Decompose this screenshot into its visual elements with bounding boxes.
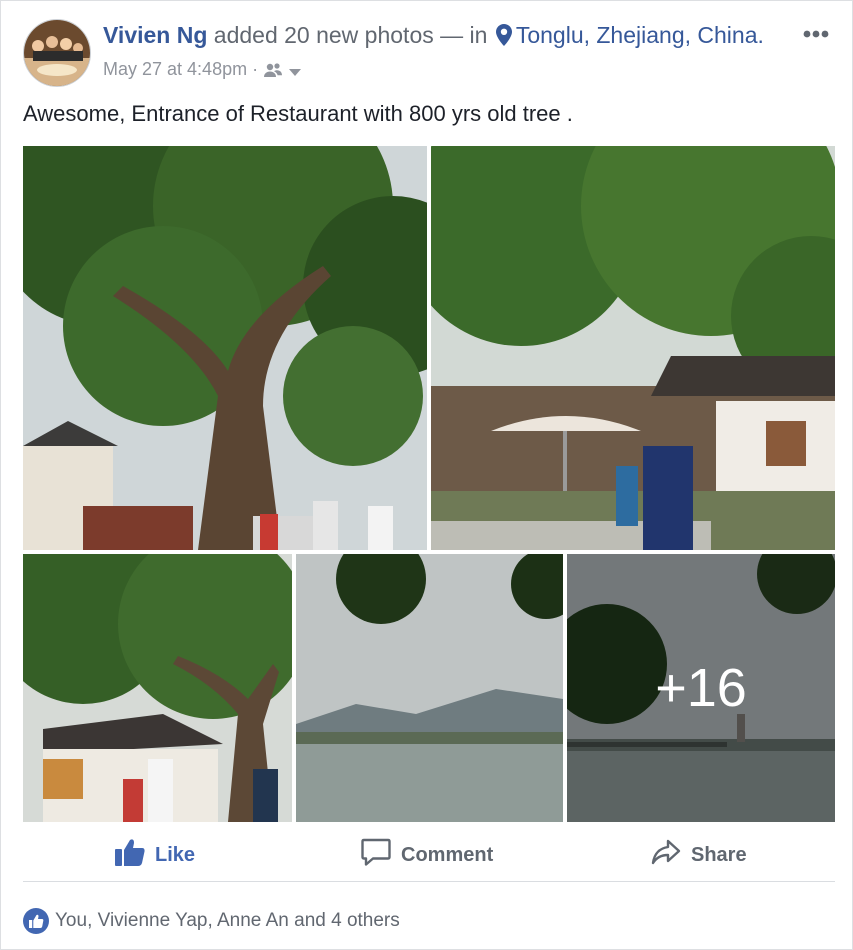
post-card: Vivien Ng added 20 new photos — in Tongl… xyxy=(0,0,853,950)
post-header: Vivien Ng added 20 new photos — in Tongl… xyxy=(23,19,832,87)
more-photos-count[interactable]: +16 xyxy=(567,554,835,822)
comment-label: Comment xyxy=(401,843,494,866)
meta-separator: · xyxy=(252,59,259,79)
post-text: Awesome, Entrance of Restaurant with 800… xyxy=(23,101,573,126)
location-link[interactable]: Tonglu, Zhejiang, China. xyxy=(516,22,764,48)
post-actions-bar: Like Comment Share xyxy=(23,829,835,882)
reactions-text: You, Vivienne Yap, Anne An and 4 others xyxy=(55,910,400,931)
photo-2[interactable] xyxy=(431,146,835,550)
photo-3[interactable] xyxy=(23,554,292,822)
audience-dropdown-icon[interactable] xyxy=(288,59,302,79)
share-button[interactable]: Share xyxy=(651,839,747,871)
author-name[interactable]: Vivien Ng xyxy=(103,22,207,48)
friends-icon[interactable] xyxy=(263,59,288,79)
thumbs-up-icon xyxy=(115,838,145,872)
photo-5-more[interactable]: +16 xyxy=(567,554,835,822)
photo-4[interactable] xyxy=(296,554,563,822)
photo-1[interactable] xyxy=(23,146,427,550)
share-label: Share xyxy=(691,843,747,866)
author-avatar[interactable] xyxy=(23,19,91,87)
comment-icon xyxy=(361,838,391,872)
post-action-text: added 20 new photos — in xyxy=(213,22,488,48)
post-timestamp[interactable]: May 27 at 4:48pm xyxy=(103,59,247,79)
comment-button[interactable]: Comment xyxy=(361,838,494,872)
like-label: Like xyxy=(155,843,196,866)
like-button[interactable]: Like xyxy=(115,839,195,871)
share-icon xyxy=(651,838,681,872)
post-headline: Vivien Ng added 20 new photos — in Tongl… xyxy=(103,22,764,52)
more-options-icon[interactable] xyxy=(802,27,830,39)
post-meta: May 27 at 4:48pm · xyxy=(103,59,302,80)
like-reaction-icon xyxy=(23,908,49,934)
reactions-summary[interactable]: You, Vivienne Yap, Anne An and 4 others xyxy=(23,906,400,936)
location-pin-icon xyxy=(495,24,512,52)
